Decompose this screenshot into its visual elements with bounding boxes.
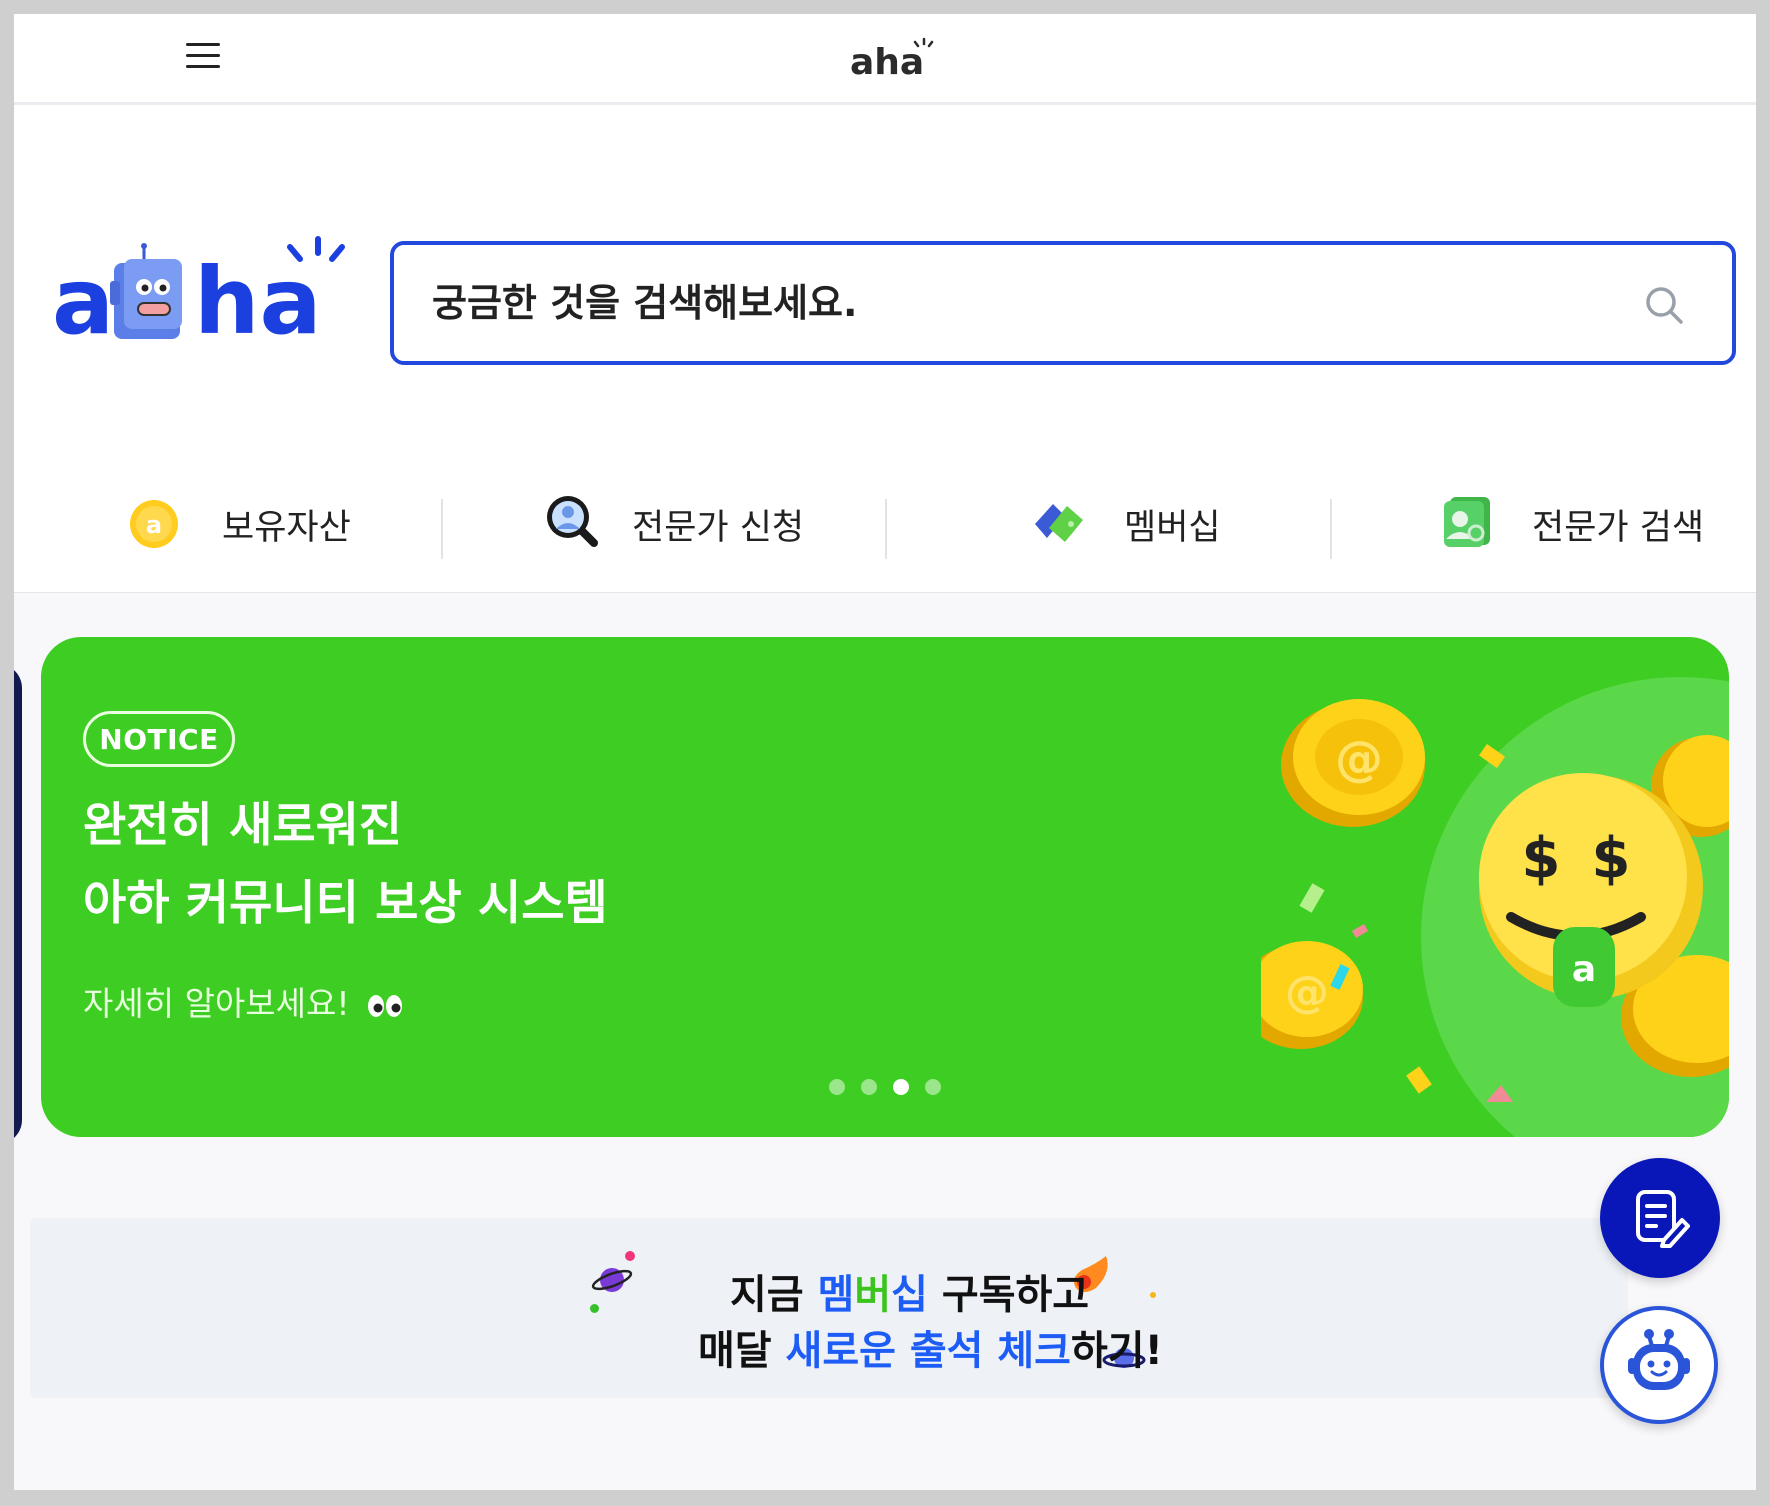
carousel-dots: [829, 1079, 941, 1095]
top-logo-text: aha: [850, 42, 924, 83]
robot-assistant-icon: [1628, 1329, 1690, 1390]
header-section: a ha 궁금한 것을 검색해보세요. a 보유자산 전문가 신청 멤버십 전문…: [14, 105, 1756, 593]
promo-text: 하기!: [1070, 1328, 1163, 1374]
promo-text: 구독하고: [927, 1272, 1090, 1318]
menu-label: 멤버십: [1124, 507, 1221, 548]
svg-text:a: a: [1572, 949, 1596, 990]
app-frame: aha a ha 궁금한 것을 검색해보세요. a 보유자산 전문가 신청 멤버…: [14, 14, 1756, 1490]
search-input[interactable]: [430, 280, 1614, 326]
promo-highlight: 새로운 출석 체크: [785, 1328, 1071, 1374]
gold-coin-icon: @: [1281, 699, 1425, 827]
svg-text:a: a: [146, 511, 162, 539]
eyes-emoji-icon: [368, 994, 403, 1017]
menu-item-expert-search[interactable]: 전문가 검색: [1404, 479, 1756, 569]
carousel-dot[interactable]: [829, 1079, 845, 1095]
menu-item-membership[interactable]: 멤버십: [959, 479, 1399, 569]
menu-label: 보유자산: [222, 507, 351, 548]
carousel-dot[interactable]: [861, 1079, 877, 1095]
planet-icon: [591, 1251, 635, 1292]
menu-item-assets[interactable]: a 보유자산: [84, 479, 524, 569]
search-box: [390, 241, 1736, 365]
ai-assistant-button[interactable]: [1600, 1306, 1718, 1424]
svg-text:@: @: [1285, 967, 1329, 1018]
banner-title-line1: 완전히 새로워진: [83, 798, 403, 853]
promo-line2: 매달 새로운 출석 체크하기!: [698, 1318, 1163, 1376]
banner-subtitle[interactable]: 자세히 알아보세요!: [83, 977, 404, 1025]
top-aha-logo[interactable]: aha: [844, 28, 944, 88]
menu-divider: [441, 499, 443, 559]
promo-text: 지금: [730, 1272, 818, 1318]
expert-profile-icon: [1444, 497, 1490, 547]
money-face-coins-illustration: @ @ $ $ a: [1261, 677, 1729, 1137]
svg-text:$: $: [1522, 826, 1561, 891]
write-note-icon: [1636, 1190, 1690, 1248]
promo-highlight: 멤: [817, 1272, 855, 1318]
promo-line1: 지금 멤버십 구독하고: [730, 1262, 1089, 1320]
aha-robot-logo[interactable]: a ha: [52, 233, 352, 353]
promo-highlight: 십: [891, 1272, 928, 1318]
svg-text:$: $: [1592, 826, 1631, 891]
carousel-dot-active[interactable]: [893, 1079, 909, 1095]
svg-text:ha: ha: [194, 248, 322, 353]
magnifier-person-icon: [547, 496, 598, 547]
decor-dot: [1150, 1292, 1156, 1298]
gold-coin-icon: @: [1261, 941, 1363, 1049]
hamburger-menu-icon[interactable]: [182, 34, 226, 78]
svg-text:@: @: [1335, 731, 1383, 787]
menu-item-expert-apply[interactable]: 전문가 신청: [514, 479, 954, 569]
banner-title: 완전히 새로워진 아하 커뮤니티 보상 시스템: [83, 787, 608, 943]
promo-text: 매달: [698, 1328, 786, 1374]
carousel-dot[interactable]: [925, 1079, 941, 1095]
notice-badge: NOTICE: [83, 711, 235, 767]
banner-title-line2: 아하 커뮤니티 보상 시스템: [83, 876, 608, 931]
coin-icon: a: [130, 500, 178, 548]
card-icon: [1035, 504, 1083, 542]
membership-promo-banner[interactable]: 지금 멤버십 구독하고 매달 새로운 출석 체크하기!: [30, 1218, 1628, 1398]
menu-label: 전문가 검색: [1532, 507, 1705, 548]
menu-divider: [885, 499, 887, 559]
top-bar: aha: [14, 14, 1756, 105]
banner-subtitle-text: 자세히 알아보세요!: [83, 984, 350, 1023]
notice-banner[interactable]: NOTICE 완전히 새로워진 아하 커뮤니티 보상 시스템 자세히 알아보세요…: [41, 637, 1729, 1137]
menu-label: 전문가 신청: [632, 507, 805, 548]
quick-menu: a 보유자산 전문가 신청 멤버십 전문가 검색: [14, 479, 1756, 569]
write-post-button[interactable]: [1600, 1158, 1720, 1278]
menu-divider: [1330, 499, 1332, 559]
promo-highlight: 버: [854, 1272, 892, 1318]
search-icon[interactable]: [1644, 285, 1684, 325]
svg-text:a: a: [52, 248, 114, 353]
prev-slide-peek[interactable]: [14, 664, 22, 1144]
decor-dot: [590, 1304, 599, 1313]
